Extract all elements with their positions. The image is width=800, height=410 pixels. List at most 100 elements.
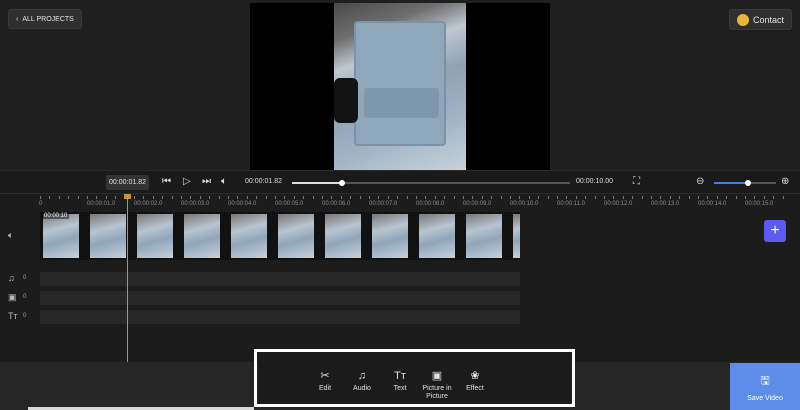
time-ruler[interactable]: 0 00:00:01.0 00:00:02.0 00:00:03.0 00:00:04.… <box>0 194 800 210</box>
ruler-tick <box>115 196 117 199</box>
text-label: Text <box>393 385 407 392</box>
zoom-in-icon[interactable]: ⊕ <box>781 176 789 188</box>
clip-thumbnail <box>372 214 408 258</box>
ruler-tick <box>716 196 718 199</box>
ruler-tick <box>745 196 746 199</box>
pip-tool[interactable]: ▣ Picture in Picture <box>419 370 455 401</box>
effect-label: Effect <box>466 385 484 392</box>
timeline: 0 00:00:01.0 00:00:02.0 00:00:03.0 00:00:04.… <box>0 194 800 362</box>
ruler-tick <box>632 196 634 199</box>
clip-thumbnail <box>231 214 267 258</box>
clip-thumbnail <box>90 214 126 258</box>
effect-icon: ❀ <box>470 370 480 382</box>
fullscreen-icon[interactable]: ⛶ <box>633 176 640 188</box>
audio-track[interactable] <box>40 272 520 286</box>
timecode-input[interactable]: 00:00:01.82 <box>106 175 149 190</box>
playback-controls: 00:00:01.82 ⏮ ▷ ⏭ 🔈︎ 00:00:01.82 00:00:1… <box>0 170 800 194</box>
pip-track[interactable] <box>40 291 520 305</box>
ruler-label: 00:00:03.0 <box>181 201 210 207</box>
ruler-tick <box>171 196 173 199</box>
ruler-tick <box>444 196 446 199</box>
all-projects-button[interactable]: ‹ ALL PROJECTS <box>8 9 82 29</box>
ruler-tick <box>557 196 558 199</box>
skip-back-icon[interactable]: ⏮ <box>162 176 171 188</box>
video-editor: ‹ ALL PROJECTS Contact 00:00:01.82 ⏮ ▷ ⏭… <box>0 0 800 410</box>
picture-in-picture-icon: ▣ <box>431 370 443 382</box>
play-icon[interactable]: ▷ <box>183 176 191 188</box>
smiley-icon <box>736 13 749 26</box>
ruler-tick <box>265 196 267 199</box>
ruler-tick <box>359 196 361 199</box>
ruler-tick <box>284 196 286 199</box>
zoom-out-icon[interactable]: ⊖ <box>696 176 704 188</box>
skip-forward-icon[interactable]: ⏭ <box>202 176 211 188</box>
clip-duration: 00:00:10 <box>42 213 70 219</box>
ruler-tick <box>698 196 699 199</box>
save-video-button[interactable]: 🖫︎ Save Video <box>730 363 800 410</box>
scissors-icon: ✂ <box>320 370 330 382</box>
text-icon: Tт <box>8 311 18 321</box>
speaker-icon[interactable]: 🔈︎ <box>8 230 13 241</box>
seek-handle[interactable] <box>339 180 346 186</box>
ruler-tick <box>40 196 41 199</box>
ruler-tick <box>782 196 784 199</box>
contact-button[interactable]: Contact <box>728 9 792 30</box>
preview-area: ‹ ALL PROJECTS Contact <box>0 0 800 170</box>
ruler-tick <box>726 196 728 199</box>
edit-tool[interactable]: ✂ Edit <box>307 370 343 393</box>
ruler-tick <box>190 196 192 199</box>
chevron-left-icon: ‹ <box>16 15 19 23</box>
text-track-count: 0 <box>23 313 27 319</box>
ruler-tick <box>162 196 164 199</box>
zoom-handle[interactable] <box>745 180 752 186</box>
save-icon: 🖫︎ <box>760 375 770 387</box>
ruler-tick <box>622 196 624 199</box>
clip-thumbnail <box>184 214 220 258</box>
video-track[interactable]: 00:00:10 <box>40 212 520 260</box>
ruler-tick <box>763 196 765 199</box>
pip-label: Picture in Picture <box>422 385 452 400</box>
ruler-tick <box>528 196 530 199</box>
ruler-tick <box>58 196 60 199</box>
ruler-tick <box>510 196 511 199</box>
clip-thumbnail <box>43 214 79 258</box>
ruler-label: 00:00:12.0 <box>604 201 633 207</box>
volume-icon[interactable]: 🔈︎ <box>221 176 227 188</box>
ruler-tick <box>246 196 248 199</box>
ruler-tick <box>322 196 323 199</box>
ruler-tick <box>500 196 502 199</box>
clip-thumbnail <box>466 214 502 258</box>
ruler-tick <box>237 196 239 199</box>
ruler-tick <box>735 196 737 199</box>
clip-thumbnail <box>325 214 361 258</box>
add-media-button[interactable]: + <box>764 220 786 242</box>
seek-bar[interactable] <box>292 180 570 186</box>
ruler-tick <box>181 196 182 199</box>
ruler-label: 00:00:05.0 <box>275 201 304 207</box>
ruler-label: 00:00:15.0 <box>745 201 774 207</box>
ruler-tick <box>481 196 483 199</box>
playhead[interactable] <box>127 194 128 362</box>
zoom-slider[interactable] <box>714 180 776 186</box>
ruler-label: 00:00:09.0 <box>463 201 492 207</box>
ruler-tick <box>491 196 493 199</box>
ruler-tick <box>387 196 389 199</box>
ruler-tick <box>406 196 408 199</box>
text-track[interactable] <box>40 310 520 324</box>
audio-tool[interactable]: ♫ Audio <box>344 370 380 393</box>
ruler-label: 00:00:08.0 <box>416 201 445 207</box>
ruler-tick <box>87 196 88 199</box>
ruler-tick <box>209 196 211 199</box>
clip-thumbnail <box>137 214 173 258</box>
text-tool[interactable]: Tт Text <box>382 370 418 393</box>
effect-tool[interactable]: ❀ Effect <box>457 370 493 393</box>
preview-image <box>354 21 446 146</box>
ruler-tick <box>369 196 370 199</box>
ruler-label: 00:00:04.0 <box>228 201 257 207</box>
clip-thumbnail <box>513 214 520 258</box>
contact-label: Contact <box>752 14 784 25</box>
ruler-tick <box>538 196 540 199</box>
ruler-tick <box>566 196 568 199</box>
ruler-tick <box>378 196 380 199</box>
ruler-tick <box>463 196 464 199</box>
